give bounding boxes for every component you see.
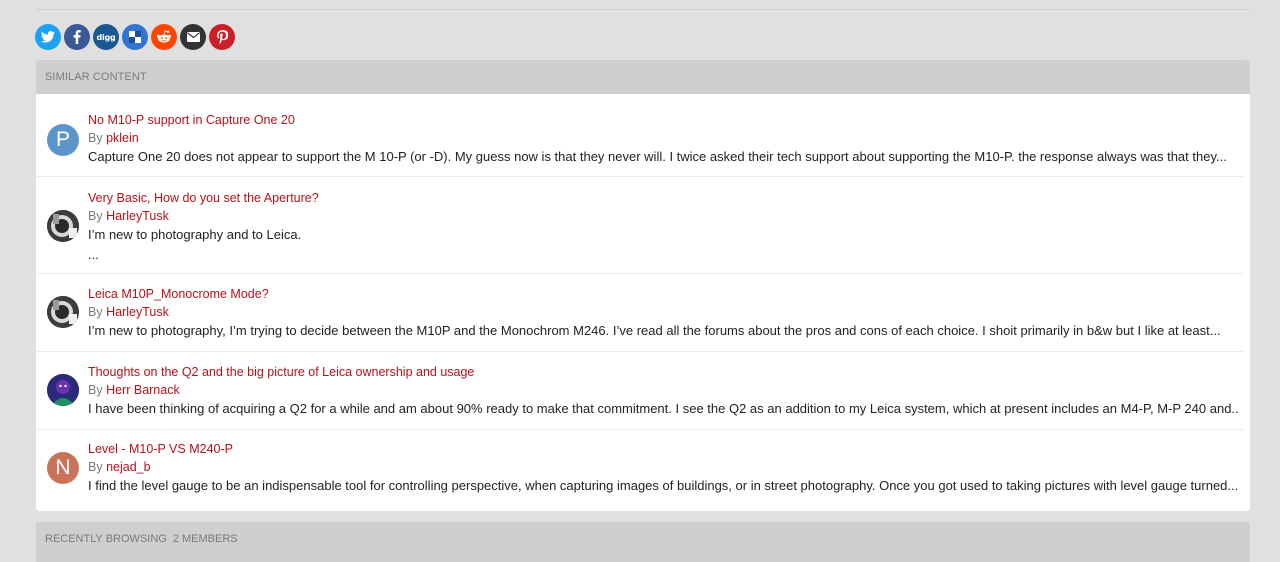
- byline: By HarleyTusk: [88, 209, 169, 223]
- author-link[interactable]: HarleyTusk: [106, 209, 169, 223]
- list-item: Leica M10P_Monocrome Mode? By HarleyTusk…: [36, 274, 1244, 352]
- topic-title-link[interactable]: Thoughts on the Q2 and the big picture o…: [88, 363, 1238, 381]
- similar-content-header: Similar Content: [36, 60, 1250, 94]
- delicious-icon: [129, 31, 141, 43]
- member-count: 2 members: [172, 533, 238, 545]
- similar-content-panel: Similar Content P No M10-P support in Ca…: [36, 60, 1250, 511]
- excerpt: I find the level gauge to be an indispen…: [88, 478, 1238, 493]
- avatar[interactable]: [47, 210, 79, 242]
- excerpt: I’m new to photography and to Leica.: [88, 227, 302, 242]
- author-link[interactable]: HarleyTusk: [106, 305, 169, 319]
- user-photo-icon: [47, 374, 79, 406]
- twitter-share-button[interactable]: [35, 24, 61, 50]
- list-item: N Level - M10-P VS M240-P By nejad_b I f…: [36, 430, 1244, 511]
- byline: By Herr Barnack: [88, 383, 180, 397]
- byline: By nejad_b: [88, 460, 151, 474]
- user-photo-icon: [47, 210, 79, 242]
- topic-title-link[interactable]: Leica M10P_Monocrome Mode?: [88, 285, 1238, 303]
- user-photo-icon: [47, 296, 79, 328]
- similar-content-list: P No M10-P support in Capture One 20 By …: [36, 94, 1250, 511]
- facebook-icon: [73, 30, 81, 44]
- list-item: Thoughts on the Q2 and the big picture o…: [36, 352, 1244, 430]
- twitter-icon: [41, 31, 55, 43]
- topic-title-link[interactable]: No M10-P support in Capture One 20: [88, 111, 1238, 129]
- avatar[interactable]: P: [47, 124, 79, 156]
- byline: By HarleyTusk: [88, 305, 169, 319]
- recently-browsing-header: Recently Browsing 2 members: [45, 533, 238, 545]
- excerpt: I’m new to photography, I’m trying to de…: [88, 323, 1221, 338]
- excerpt: Capture One 20 does not appear to suppor…: [88, 149, 1227, 164]
- reddit-icon: [156, 30, 172, 44]
- byline: By pklein: [88, 131, 139, 145]
- author-link[interactable]: nejad_b: [106, 460, 151, 474]
- top-divider: [36, 9, 1250, 10]
- list-item: Very Basic, How do you set the Aperture?…: [36, 177, 1244, 274]
- delicious-share-button[interactable]: [122, 24, 148, 50]
- facebook-share-button[interactable]: [64, 24, 90, 50]
- pinterest-share-button[interactable]: [209, 24, 235, 50]
- avatar[interactable]: [47, 296, 79, 328]
- reddit-share-button[interactable]: [151, 24, 177, 50]
- digg-icon: digg: [96, 32, 116, 42]
- pinterest-icon: [216, 30, 228, 44]
- author-link[interactable]: Herr Barnack: [106, 383, 180, 397]
- recently-browsing-panel: Recently Browsing 2 members: [36, 522, 1250, 562]
- topic-title-link[interactable]: Level - M10-P VS M240-P: [88, 440, 1238, 458]
- digg-share-button[interactable]: digg: [93, 24, 119, 50]
- excerpt: I have been thinking of acquiring a Q2 f…: [88, 401, 1238, 416]
- topic-title-link[interactable]: Very Basic, How do you set the Aperture?: [88, 189, 1238, 207]
- excerpt-continuation: ...: [88, 247, 99, 262]
- author-link[interactable]: pklein: [106, 131, 139, 145]
- share-buttons: digg: [35, 24, 235, 50]
- avatar[interactable]: [47, 374, 79, 406]
- envelope-icon: [186, 32, 200, 42]
- list-item: P No M10-P support in Capture One 20 By …: [36, 94, 1244, 177]
- email-share-button[interactable]: [180, 24, 206, 50]
- avatar[interactable]: N: [47, 452, 79, 484]
